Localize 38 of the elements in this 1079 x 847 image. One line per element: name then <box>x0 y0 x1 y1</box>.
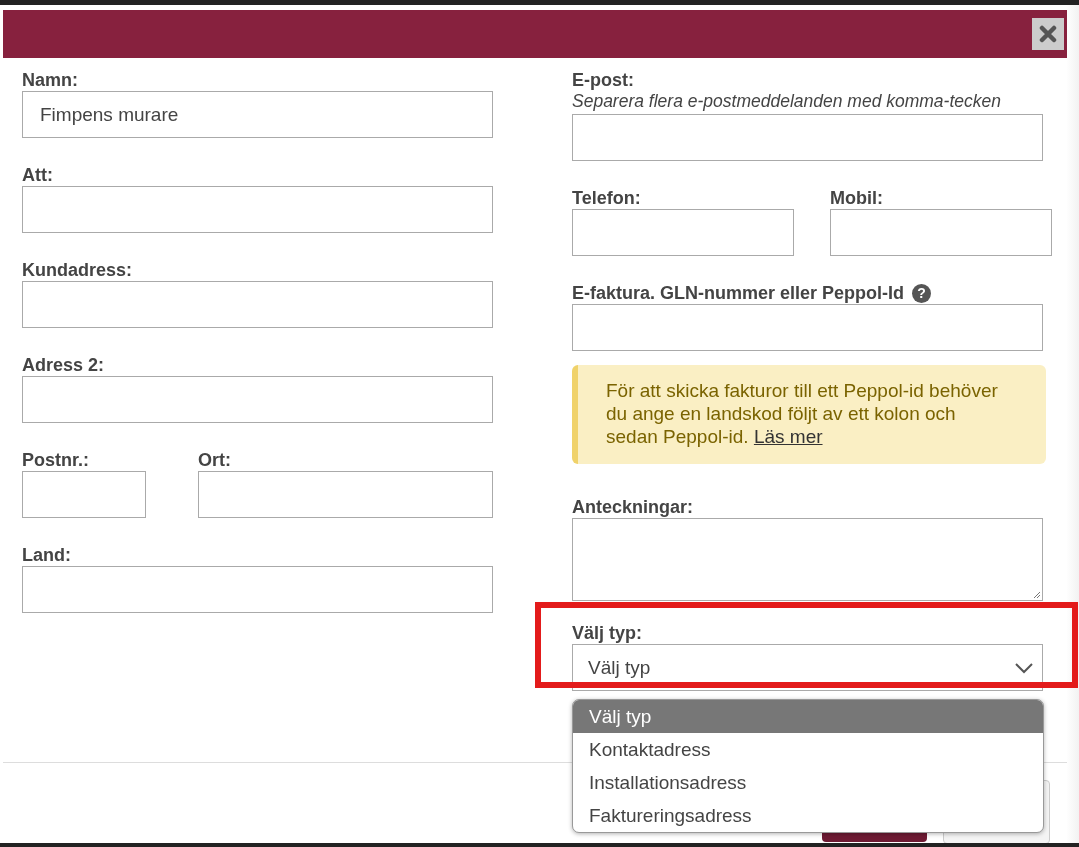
notes-field[interactable] <box>572 518 1043 601</box>
resize-grip-icon[interactable] <box>1033 591 1041 599</box>
field-hint: Separera flera e-postmeddelanden med komma-tecken <box>572 91 1002 112</box>
dropdown-option[interactable]: Välj typ <box>573 700 1043 733</box>
input-field[interactable] <box>572 114 1043 161</box>
field-label: Ort: <box>198 449 232 471</box>
field-label: Adress 2: <box>22 354 106 376</box>
input-field[interactable] <box>572 209 794 256</box>
close-icon <box>1039 25 1057 43</box>
dropdown-option[interactable]: Kontaktadress <box>573 733 1043 766</box>
field-label: E-faktura. GLN-nummer eller Peppol-Id <box>572 282 905 304</box>
help-icon[interactable]: ? <box>912 283 932 303</box>
input-field[interactable] <box>22 376 493 423</box>
chevron-down-icon <box>1014 661 1034 674</box>
read-more-link[interactable]: Läs mer <box>753 426 823 447</box>
field-label: E-post: <box>572 69 635 91</box>
field-label: Anteckningar: <box>572 496 695 518</box>
input-value: Fimpens murare <box>40 103 179 126</box>
field-label: Telefon: <box>572 187 642 209</box>
input-field[interactable] <box>22 471 146 518</box>
input-field[interactable] <box>830 209 1052 256</box>
input-field[interactable]: Fimpens murare <box>22 91 493 138</box>
field-label: Att: <box>22 164 54 186</box>
notice-text: För att skicka fakturor till ett Peppol-id behöver du ange en landskod följt av ett kolon och sedan Peppol-id. Läs mer <box>606 380 998 447</box>
field-label: Kundadress: <box>22 259 134 281</box>
close-button[interactable] <box>1032 18 1064 50</box>
dropdown-option[interactable]: Faktureringsadress <box>573 799 1043 832</box>
field-label: Land: <box>22 544 72 566</box>
input-field[interactable] <box>572 304 1043 351</box>
field-label: Välj typ: <box>572 622 643 644</box>
input-field[interactable] <box>22 566 493 613</box>
input-field[interactable] <box>198 471 493 518</box>
field-label: Namn: <box>22 69 79 91</box>
input-field[interactable] <box>22 281 493 328</box>
input-field[interactable] <box>22 186 493 233</box>
dropdown-option[interactable]: Installationsadress <box>573 766 1043 799</box>
field-label: Postnr.: <box>22 449 90 471</box>
field-label: Mobil: <box>830 187 884 209</box>
